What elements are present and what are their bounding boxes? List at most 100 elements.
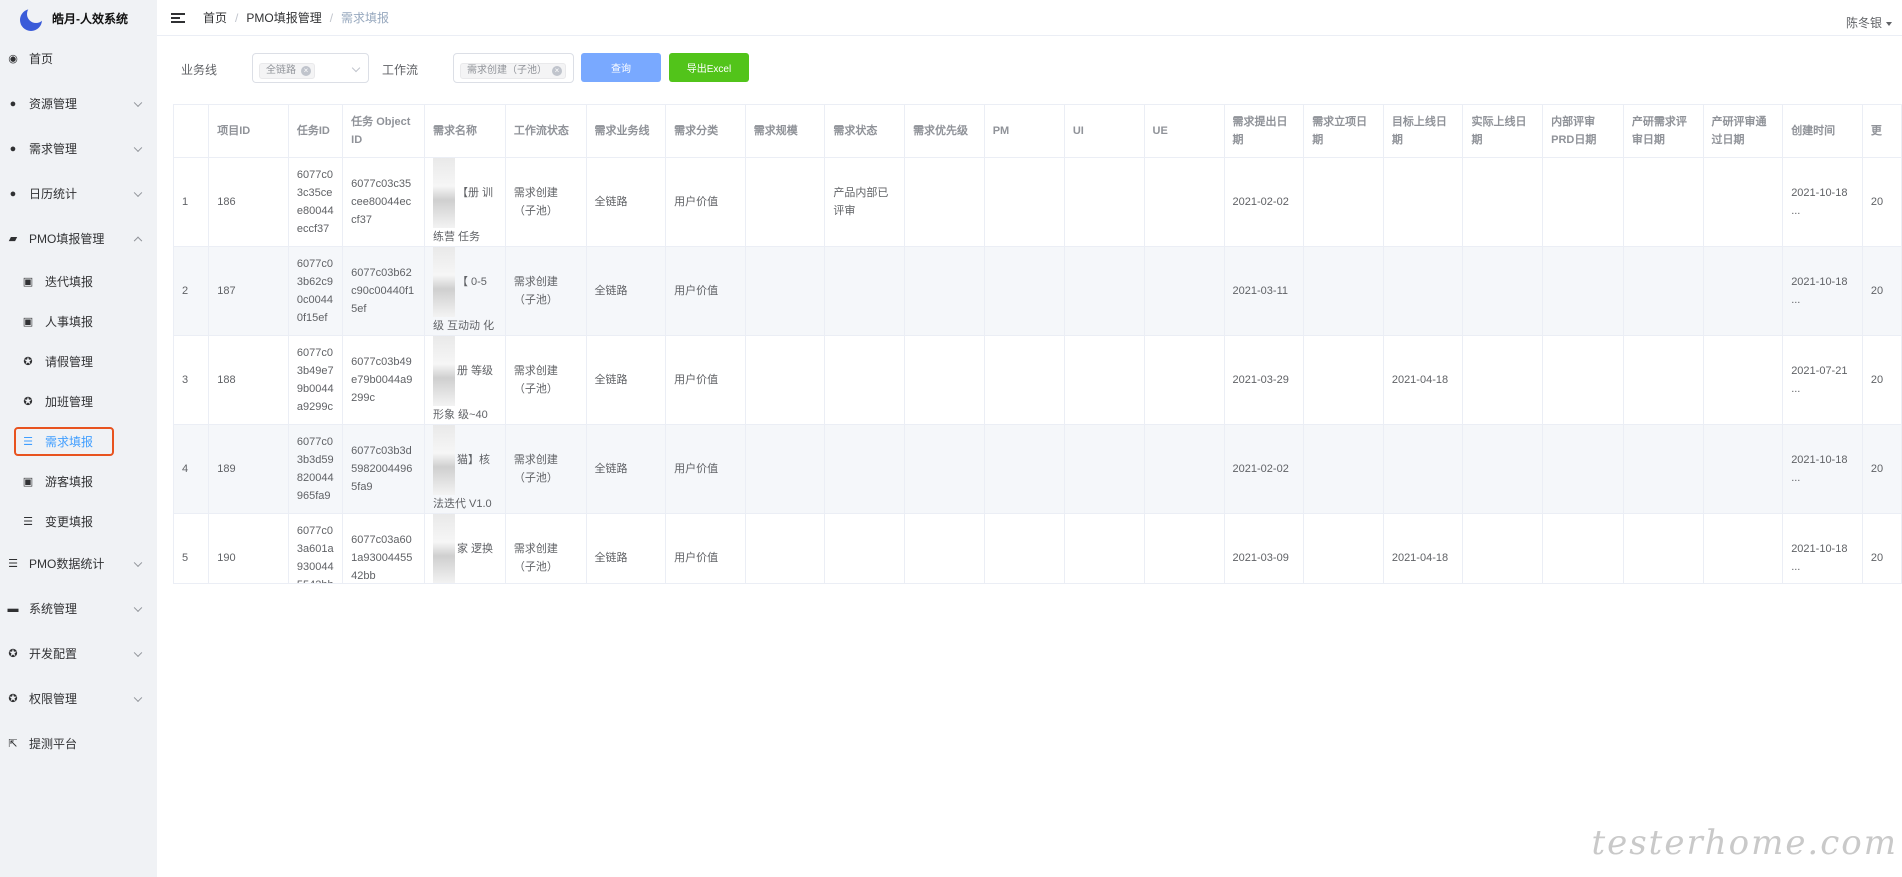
workflow-tag: 需求创建（子池） × (460, 63, 566, 79)
breadcrumb-home[interactable]: 首页 (203, 9, 227, 26)
sidebar-item-8[interactable]: ✪ 权限管理 (0, 676, 157, 721)
table-cell: 全链路 (586, 157, 667, 247)
table-cell (904, 424, 985, 514)
table-cell: 6077c03a601a93004455 42bb (342, 513, 425, 583)
column-header[interactable]: 需求业务线 (586, 105, 667, 158)
sidebar-item-1[interactable]: ● 资源管理 (0, 81, 157, 126)
table-cell: 190 (208, 513, 289, 583)
table-row[interactable]: 4 189 6077c03b3d59820044965fa9 6077c03b3d59… (174, 424, 1902, 514)
query-button[interactable]: 查询 (581, 53, 661, 82)
column-header[interactable]: 需求提出日期 (1224, 105, 1305, 158)
column-header[interactable]: 产研需求评审日期 (1623, 105, 1704, 158)
table-cell (1144, 246, 1225, 336)
column-header[interactable]: 创建时间 (1782, 105, 1863, 158)
column-header[interactable]: 内部评审PRD日期 (1542, 105, 1624, 158)
table-cell (824, 335, 906, 425)
table-cell (1064, 246, 1145, 336)
column-header[interactable] (174, 105, 210, 158)
export-excel-button[interactable]: 导出Excel (669, 53, 749, 82)
sidebar-subitem-2[interactable]: ✪ 请假管理 (0, 341, 157, 381)
table-cell (1144, 424, 1225, 514)
column-header[interactable]: 产研评审通过日期 (1703, 105, 1784, 158)
sidebar-item-9[interactable]: ⇱ 提测平台 (0, 721, 157, 766)
table-row[interactable]: 1 186 6077c03c35cee80044eccf37 6077c03c35ce… (174, 157, 1902, 247)
user-menu[interactable]: 陈冬银 (1846, 14, 1892, 31)
sidebar-item-6[interactable]: ▬ 系统管理 (0, 586, 157, 631)
column-header[interactable]: 项目ID (208, 105, 289, 158)
column-header[interactable]: 实际上线日期 (1462, 105, 1544, 158)
table-cell (904, 513, 985, 583)
column-header[interactable]: 更 (1862, 105, 1902, 158)
table-cell (1383, 157, 1464, 247)
briefcase-icon: ▣ (22, 315, 34, 328)
column-header[interactable]: 需求名称 (424, 105, 506, 158)
sidebar-subitem-label: 游客填报 (45, 474, 94, 489)
active-highlight-box (14, 427, 114, 456)
table-cell: 2021-03-29 (1224, 335, 1305, 425)
caret-down-icon (1886, 21, 1892, 26)
app-root: 皓月-人效系统 ◉ 首页 ● 资源管理 ● 需求管理 ● 日历统计 ▰ PMO填报管理 ▣ 迭代填报 ▣… (0, 0, 1902, 877)
column-header[interactable]: 工作流状态 (505, 105, 587, 158)
table-cell: 6077c03a601a9300445542bb (288, 513, 344, 583)
column-header[interactable]: 需求状态 (824, 105, 906, 158)
table-cell: 2021-03-09 (1224, 513, 1305, 583)
user-icon: ● (9, 97, 17, 110)
sidebar-item-0[interactable]: ◉ 首页 (0, 36, 157, 81)
chevron-down-icon (351, 63, 361, 73)
breadcrumb-pmo[interactable]: PMO填报管理 (246, 9, 321, 26)
table-cell (1303, 157, 1384, 247)
table-cell: 用户价值 (665, 513, 746, 583)
sidebar-item-7[interactable]: ✪ 开发配置 (0, 631, 157, 676)
table-cell (745, 157, 826, 247)
table-cell (904, 335, 985, 425)
tag-close-icon[interactable]: × (552, 66, 562, 76)
sidebar-item-4[interactable]: ▰ PMO填报管理 (0, 216, 157, 261)
sidebar-subitem-3[interactable]: ✪ 加班管理 (0, 381, 157, 421)
table-cell: 2021-02-02 (1224, 157, 1305, 247)
sidebar-subitem-4[interactable]: ☰ 需求填报 (0, 421, 157, 461)
column-header[interactable]: 任务ID (288, 105, 344, 158)
table-cell: 6077c03b49e79b0044a9299c (342, 335, 425, 425)
column-header[interactable]: UI (1064, 105, 1145, 158)
column-header[interactable]: PM (984, 105, 1065, 158)
table-cell (984, 157, 1065, 247)
sidebar-item-label: 首页 (29, 52, 54, 66)
sidebar-item-3[interactable]: ● 日历统计 (0, 171, 157, 216)
workflow-select[interactable]: 需求创建（子池） × (453, 53, 574, 83)
table-row[interactable]: 51906077c03a601a9300445542bb6077c03a601a… (174, 513, 1902, 583)
table-cell (824, 246, 906, 336)
column-header[interactable]: 需求分类 (665, 105, 746, 158)
app-logo[interactable]: 皓月-人效系统 (0, 0, 157, 36)
column-header[interactable]: 需求规模 (745, 105, 826, 158)
column-header[interactable]: 目标上线日期 (1383, 105, 1464, 158)
breadcrumb-current: 需求填报 (341, 11, 390, 25)
column-header[interactable]: 需求优先级 (904, 105, 985, 158)
table-cell: 用户价值 (665, 424, 746, 514)
sidebar-subitem-5[interactable]: ▣ 游客填报 (0, 461, 157, 501)
table-cell: 册 等级 形象 级~40 (424, 335, 506, 425)
sidebar-subitem-0[interactable]: ▣ 迭代填报 (0, 261, 157, 301)
table-cell: 20 (1862, 424, 1902, 514)
tag-close-icon[interactable]: × (301, 66, 311, 76)
table-cell: 6077c03b62c90c00440f15ef (288, 246, 344, 336)
chevron-down-icon (133, 693, 143, 702)
sidebar-subitem-1[interactable]: ▣ 人事填报 (0, 301, 157, 341)
table-cell (904, 157, 985, 247)
table-cell (1383, 246, 1464, 336)
column-header[interactable]: 任务 Object ID (342, 105, 425, 158)
table-cell: 需求创建（子池） (505, 513, 587, 583)
hamburger-icon[interactable] (171, 11, 185, 25)
table-cell: 187 (208, 246, 289, 336)
table-cell: 用户价值 (665, 157, 746, 247)
table-row[interactable]: 2 187 6077c03b62c90c00440f15ef 6077c03b62c9… (174, 246, 1902, 336)
table-cell (1462, 246, 1544, 336)
column-header[interactable]: UE (1144, 105, 1225, 158)
table-row[interactable]: 3 188 6077c03b49e79b0044a9299c 6077c03b49e7… (174, 335, 1902, 425)
sidebar-item-5[interactable]: ☰ PMO数据统计 (0, 541, 157, 586)
list-icon: ☰ (23, 515, 33, 528)
business-line-select[interactable]: 全链路 × (252, 53, 369, 83)
column-header[interactable]: 需求立项日期 (1303, 105, 1384, 158)
table-cell: 家 逻换 部分 (424, 513, 506, 583)
sidebar-subitem-6[interactable]: ☰ 变更填报 (0, 501, 157, 541)
sidebar-item-2[interactable]: ● 需求管理 (0, 126, 157, 171)
